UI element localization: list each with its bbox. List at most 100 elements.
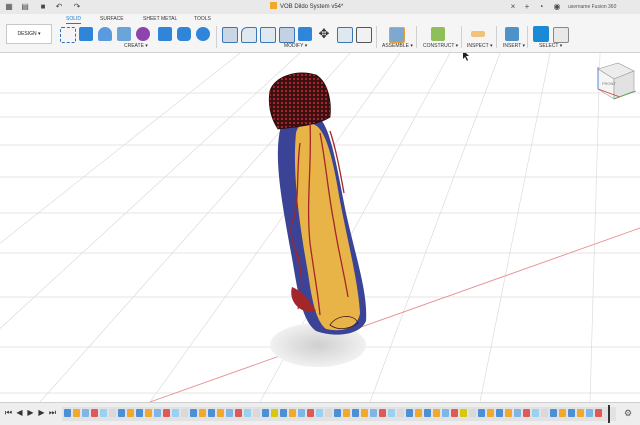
timeline-feature[interactable]	[271, 409, 278, 417]
timeline-feature[interactable]	[496, 409, 503, 417]
timeline-feature[interactable]	[262, 409, 269, 417]
user-name[interactable]: username Fusion 360	[568, 0, 616, 14]
group-modify[interactable]: MODIFY ▾	[284, 43, 307, 49]
fillet-icon[interactable]	[241, 27, 257, 43]
gear-icon[interactable]: ⚙	[624, 408, 634, 418]
timeline-feature[interactable]	[172, 409, 179, 417]
grid-icon[interactable]: ▦	[4, 2, 14, 12]
timeline-feature[interactable]	[334, 409, 341, 417]
timeline-feature[interactable]	[208, 409, 215, 417]
shell-icon[interactable]	[279, 27, 295, 43]
tab-surface[interactable]: SURFACE	[100, 15, 124, 23]
timeline-feature[interactable]	[127, 409, 134, 417]
new-component-icon[interactable]	[389, 27, 405, 43]
timeline-playhead[interactable]	[608, 405, 610, 423]
timeline-feature[interactable]	[541, 409, 548, 417]
group-create[interactable]: CREATE ▾	[124, 43, 148, 49]
timeline-feature[interactable]	[514, 409, 521, 417]
revolve-icon[interactable]	[98, 27, 112, 41]
timeline-feature[interactable]	[397, 409, 404, 417]
timeline-feature[interactable]	[352, 409, 359, 417]
timeline-feature[interactable]	[577, 409, 584, 417]
sweep-icon[interactable]	[117, 27, 131, 41]
group-insert[interactable]: INSERT ▾	[503, 43, 525, 49]
timeline-feature[interactable]	[523, 409, 530, 417]
timeline-feature[interactable]	[595, 409, 602, 417]
timeline-feature[interactable]	[199, 409, 206, 417]
split-icon[interactable]	[356, 27, 372, 43]
timeline-feature[interactable]	[280, 409, 287, 417]
play-icon[interactable]: ▶	[26, 408, 35, 418]
canvas-viewport[interactable]: FRONT	[0, 53, 640, 402]
timeline-feature[interactable]	[253, 409, 260, 417]
timeline-feature[interactable]	[478, 409, 485, 417]
chamfer-icon[interactable]	[260, 27, 276, 43]
timeline-feature[interactable]	[406, 409, 413, 417]
offset-plane-icon[interactable]	[431, 27, 445, 41]
form-icon[interactable]	[136, 27, 150, 41]
model-body[interactable]	[268, 72, 367, 335]
redo-icon[interactable]: ↷	[72, 2, 82, 12]
bell-icon[interactable]: ◉	[552, 2, 562, 12]
step-back-icon[interactable]: ◀	[15, 408, 24, 418]
timeline-feature[interactable]	[415, 409, 422, 417]
timeline-feature[interactable]	[298, 409, 305, 417]
timeline-track[interactable]	[62, 405, 616, 423]
timeline-feature[interactable]	[370, 409, 377, 417]
timeline-feature[interactable]	[433, 409, 440, 417]
timeline-feature[interactable]	[136, 409, 143, 417]
group-construct[interactable]: CONSTRUCT ▾	[423, 43, 458, 49]
timeline-feature[interactable]	[586, 409, 593, 417]
save-icon[interactable]: ■	[38, 2, 48, 12]
select-cursor-icon[interactable]	[533, 26, 549, 42]
extrude-icon[interactable]	[79, 27, 93, 41]
view-cube-face-label[interactable]: FRONT	[602, 81, 616, 86]
timeline-feature[interactable]	[181, 409, 188, 417]
timeline-feature[interactable]	[343, 409, 350, 417]
timeline-feature[interactable]	[532, 409, 539, 417]
timeline-feature[interactable]	[145, 409, 152, 417]
select-box-icon[interactable]	[553, 27, 569, 43]
timeline-feature[interactable]	[361, 409, 368, 417]
press-pull-icon[interactable]	[222, 27, 238, 43]
move-icon[interactable]: ✥	[317, 27, 331, 41]
undo-icon[interactable]: ↶	[54, 2, 64, 12]
timeline-feature[interactable]	[550, 409, 557, 417]
step-forward-icon[interactable]: ▶	[37, 408, 46, 418]
timeline-feature[interactable]	[91, 409, 98, 417]
tab-solid[interactable]: SOLID	[66, 15, 82, 24]
timeline-feature[interactable]	[73, 409, 80, 417]
skip-start-icon[interactable]: ⏮	[4, 408, 13, 418]
timeline-feature[interactable]	[388, 409, 395, 417]
timeline-feature[interactable]	[307, 409, 314, 417]
timeline-feature[interactable]	[226, 409, 233, 417]
combine-icon[interactable]	[298, 27, 312, 41]
align-icon[interactable]	[337, 27, 353, 43]
skip-end-icon[interactable]: ⏭	[48, 408, 57, 418]
timeline-feature[interactable]	[118, 409, 125, 417]
timeline-feature[interactable]	[568, 409, 575, 417]
view-cube[interactable]: FRONT	[597, 62, 637, 100]
file-icon[interactable]: ▤	[20, 2, 30, 12]
plus-icon[interactable]: +	[522, 2, 532, 12]
workspace-switcher[interactable]: DESIGN ▾	[6, 24, 52, 44]
timeline-feature[interactable]	[100, 409, 107, 417]
refresh-icon[interactable]: ◔	[536, 2, 546, 12]
timeline-feature[interactable]	[217, 409, 224, 417]
timeline-feature[interactable]	[64, 409, 71, 417]
group-assemble[interactable]: ASSEMBLE ▾	[382, 43, 413, 49]
timeline-feature[interactable]	[82, 409, 89, 417]
timeline-feature[interactable]	[325, 409, 332, 417]
timeline-feature[interactable]	[109, 409, 116, 417]
timeline-feature[interactable]	[289, 409, 296, 417]
timeline-feature[interactable]	[154, 409, 161, 417]
timeline-feature[interactable]	[316, 409, 323, 417]
timeline-feature[interactable]	[559, 409, 566, 417]
insert-image-icon[interactable]	[505, 27, 519, 41]
model-canvas[interactable]: FRONT	[0, 53, 640, 402]
timeline-feature[interactable]	[487, 409, 494, 417]
tab-tools[interactable]: TOOLS	[194, 15, 211, 23]
timeline-feature[interactable]	[469, 409, 476, 417]
timeline-feature[interactable]	[451, 409, 458, 417]
timeline-feature[interactable]	[460, 409, 467, 417]
